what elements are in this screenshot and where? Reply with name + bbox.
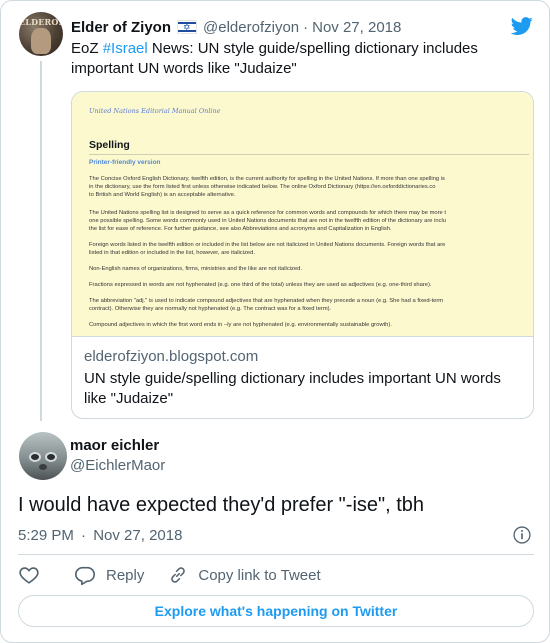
doc-line: to British and World English) is an acce… [89,192,236,198]
copy-link-button[interactable]: Copy link to Tweet [168,565,321,585]
parent-text-prefix: EoZ [71,40,103,57]
action-bar: Reply Copy link to Tweet [18,564,321,586]
link-title: UN style guide/spelling dictionary inclu… [84,370,501,407]
avatar-nose [39,464,47,470]
hashtag-link[interactable]: #Israel [103,40,148,57]
parent-tweet-text: EoZ #Israel News: UN style guide/spellin… [71,39,521,79]
explore-twitter-button[interactable]: Explore what's happening on Twitter [18,595,534,627]
doc-line: Foreign words listed in the twelfth edit… [89,242,446,248]
doc-paragraph: Fractions expressed in words are not hyp… [89,281,533,289]
doc-line: Fractions expressed in words are not hyp… [89,282,432,288]
tweet-embed-card: ELDEROF Elder of Ziyon ✡ @elderofziyon ·… [0,0,550,643]
author-handle[interactable]: @EichlerMaor [70,457,165,474]
avatar-text: ELDEROF [19,17,63,27]
parent-author-avatar[interactable]: ELDEROF [19,12,63,56]
reply-label: Reply [106,566,145,584]
doc-line: the list for ease of reference. For furt… [89,226,392,232]
divider [18,554,534,555]
link-preview-card[interactable]: United Nations Editorial Manual Online S… [71,91,534,419]
link-preview-image: United Nations Editorial Manual Online S… [72,92,533,337]
parent-tweet-header: Elder of Ziyon ✡ @elderofziyon · Nov 27,… [71,17,401,37]
doc-manual-header: United Nations Editorial Manual Online [89,107,221,115]
tweet-date: Nov 27, 2018 [93,527,183,544]
doc-line: one possible spelling. Some words common… [89,218,447,224]
doc-paragraph: The United Nations spelling list is desi… [89,209,533,233]
doc-paragraph: The Concise Oxford English Dictionary, t… [89,175,533,199]
author-name[interactable]: maor eichler [70,437,159,454]
parent-author-name[interactable]: Elder of Ziyon [71,19,171,36]
parent-tweet-date[interactable]: Nov 27, 2018 [312,19,401,36]
avatar-eye [29,452,41,462]
header-separator: · [303,18,309,36]
doc-printer-friendly: Printer-friendly version [89,159,161,166]
parent-author-handle[interactable]: @elderofziyon [203,19,299,36]
tweet-time: 5:29 PM [18,527,74,544]
heart-icon [19,567,39,584]
avatar-eye [45,452,57,462]
speech-bubble-icon [75,566,95,586]
doc-line: in the dictionary, use the form listed f… [89,184,436,190]
info-icon[interactable] [512,525,532,545]
link-icon [171,567,186,583]
thread-connector-line [40,61,42,421]
doc-paragraph: The abbreviation "adj." is used to indic… [89,297,533,313]
tweet-text: I would have expected they'd prefer "-is… [18,494,425,516]
avatar-face [31,28,51,54]
doc-paragraph: Compound adjectives in which the first w… [89,321,533,329]
israel-flag-icon: ✡ [177,20,198,34]
doc-line: contract). Otherwise they are normally n… [89,306,332,312]
doc-divider [89,154,529,155]
doc-line: The abbreviation "adj." is used to indic… [89,298,444,304]
doc-line: Compound adjectives in which the first w… [89,322,392,328]
doc-line: The Concise Oxford English Dictionary, t… [89,176,445,182]
doc-line: Non-English names of organizations, firm… [89,266,302,272]
author-avatar[interactable] [19,432,67,480]
reply-button[interactable]: Reply [74,564,144,586]
doc-line: The United Nations spelling list is desi… [89,210,447,216]
doc-title: Spelling [89,139,130,151]
copy-link-label: Copy link to Tweet [198,566,321,584]
tweet-timestamp[interactable]: 5:29 PM · Nov 27, 2018 [18,527,182,544]
link-domain: elderofziyon.blogspot.com [84,348,259,365]
like-button[interactable] [18,564,40,586]
doc-paragraph: Foreign words listed in the twelfth edit… [89,241,533,257]
doc-line: listed in that edition or included in th… [89,250,255,256]
doc-paragraph: Non-English names of organizations, firm… [89,265,533,273]
twitter-bird-icon[interactable] [509,15,535,37]
timestamp-separator: · [81,527,87,544]
